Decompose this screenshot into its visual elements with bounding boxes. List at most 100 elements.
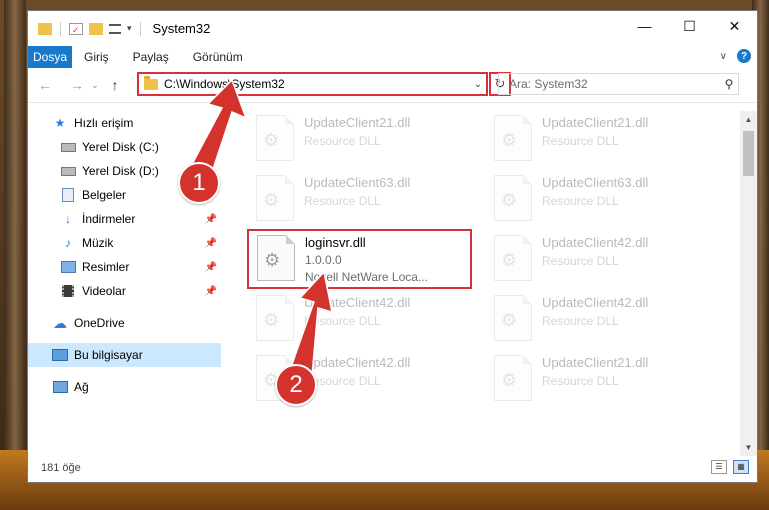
file-name: UpdateClient63.dll xyxy=(304,175,411,190)
ribbon-controls: ∨ ? xyxy=(720,49,751,63)
address-text[interactable]: C:\Windows\System32 xyxy=(164,77,470,91)
sidebar-item-pictures[interactable]: Resimler 📌 xyxy=(28,255,221,279)
help-icon[interactable]: ? xyxy=(737,49,751,63)
drive-icon xyxy=(60,164,76,178)
file-tile[interactable]: ⚙ UpdateClient21.dll Resource DLL xyxy=(248,111,473,169)
large-icons-view-icon[interactable]: ▦ xyxy=(733,460,749,474)
forward-button[interactable]: → xyxy=(66,77,88,93)
file-type: Resource DLL xyxy=(304,194,381,208)
file-type: Resource DLL xyxy=(304,374,381,388)
file-type: Resource DLL xyxy=(542,194,619,208)
file-tile[interactable]: ⚙ UpdateClient42.dll Resource DLL xyxy=(486,231,711,289)
file-tile-loginsvr-dll[interactable]: ⚙ loginsvr.dll 1.0.0.0 Novell NetWare Lo… xyxy=(247,229,472,289)
tab-view[interactable]: Görünüm xyxy=(181,46,255,68)
expand-ribbon-icon[interactable]: ∨ xyxy=(720,51,727,62)
sidebar-item-label: Bu bilgisayar xyxy=(74,348,143,362)
file-name: UpdateClient42.dll xyxy=(542,295,649,310)
sidebar-item-label: İndirmeler xyxy=(82,212,136,226)
pin-icon: 📌 xyxy=(204,261,217,273)
dll-file-icon: ⚙ xyxy=(256,115,294,161)
back-button[interactable]: ← xyxy=(34,77,56,93)
folder-icon[interactable] xyxy=(38,22,52,35)
properties-icon[interactable]: ✓ xyxy=(69,22,83,35)
sidebar-item-label: Resimler xyxy=(82,260,130,274)
file-description: Novell NetWare Loca... xyxy=(305,270,428,284)
pictures-icon xyxy=(60,260,76,274)
sidebar-item-network[interactable]: Ağ xyxy=(28,375,221,399)
recent-locations-button[interactable]: ⌄ xyxy=(88,80,102,91)
close-button[interactable]: ✕ xyxy=(712,11,757,41)
file-name: UpdateClient42.dll xyxy=(304,355,411,370)
music-icon: ♪ xyxy=(65,236,71,250)
file-name: UpdateClient63.dll xyxy=(542,175,649,190)
sidebar-item-quick-access[interactable]: ★ Hızlı erişim xyxy=(28,111,221,135)
cloud-icon: ☁ xyxy=(53,314,67,331)
videos-icon xyxy=(60,284,76,298)
sidebar-item-videos[interactable]: Videolar 📌 xyxy=(28,279,221,303)
address-bar[interactable]: C:\Windows\System32 ⌄ xyxy=(137,72,488,96)
new-folder-icon[interactable] xyxy=(89,22,103,35)
sidebar-item-label: Hızlı erişim xyxy=(74,116,134,130)
minimize-button[interactable]: — xyxy=(622,11,667,41)
file-tile[interactable]: ⚙ UpdateClient42.dll Resource DLL xyxy=(248,291,473,349)
details-view-icon[interactable]: ☰ xyxy=(711,460,727,474)
sidebar-item-music[interactable]: ♪ Müzik 📌 xyxy=(28,231,221,255)
scroll-thumb[interactable] xyxy=(743,131,754,176)
file-explorer-window: ✓ ▾ System32 — ☐ ✕ Dosya Giriş Paylaş Gö… xyxy=(27,10,758,483)
file-type: Resource DLL xyxy=(304,134,381,148)
dll-file-icon: ⚙ xyxy=(256,295,294,341)
file-name: UpdateClient42.dll xyxy=(542,235,649,250)
drive-icon xyxy=(60,140,76,154)
sidebar-item-local-disk-c[interactable]: Yerel Disk (C:) xyxy=(28,135,221,159)
file-type: Resource DLL xyxy=(542,134,619,148)
sidebar-item-label: Müzik xyxy=(82,236,114,250)
scroll-up-icon[interactable]: ▲ xyxy=(740,111,757,128)
pin-icon: 📌 xyxy=(204,285,217,297)
sidebar-item-label: Videolar xyxy=(82,284,126,298)
tab-home[interactable]: Giriş xyxy=(72,46,121,68)
vertical-scrollbar[interactable]: ▲ ▼ xyxy=(740,111,757,456)
file-tile[interactable]: ⚙ UpdateClient21.dll Resource DLL xyxy=(486,111,711,169)
sidebar-item-onedrive[interactable]: ☁ OneDrive xyxy=(28,311,221,335)
file-type: Resource DLL xyxy=(304,314,381,328)
quick-access-toolbar: ✓ ▾ xyxy=(28,21,143,36)
search-input[interactable]: Ara: System32 xyxy=(499,77,720,91)
downloads-icon: ↓ xyxy=(65,212,71,226)
file-type: Resource DLL xyxy=(542,314,619,328)
ribbon-tabs: Dosya Giriş Paylaş Görünüm ∨ ? xyxy=(28,46,757,68)
file-version: 1.0.0.0 xyxy=(305,253,342,267)
dll-file-icon: ⚙ xyxy=(494,295,532,341)
title-bar: ✓ ▾ System32 — ☐ ✕ xyxy=(28,11,757,46)
folder-icon xyxy=(144,75,158,90)
dll-file-icon: ⚙ xyxy=(494,235,532,281)
file-type: Resource DLL xyxy=(542,374,619,388)
search-box[interactable]: Ara: System32 ⚲ xyxy=(498,73,739,95)
computer-icon xyxy=(52,348,68,362)
search-icon[interactable]: ⚲ xyxy=(720,77,738,91)
customize-icon[interactable] xyxy=(109,23,121,34)
file-tile[interactable]: ⚙ UpdateClient21.dll Resource DLL xyxy=(486,351,711,409)
sidebar-item-label: Ağ xyxy=(74,380,89,394)
sidebar-item-label: Yerel Disk (C:) xyxy=(82,140,159,154)
sidebar-item-this-pc[interactable]: Bu bilgisayar xyxy=(28,343,221,367)
dll-file-icon: ⚙ xyxy=(494,355,532,401)
file-tile[interactable]: ⚙ UpdateClient63.dll Resource DLL xyxy=(248,171,473,229)
tab-share[interactable]: Paylaş xyxy=(121,46,181,68)
sidebar-item-downloads[interactable]: ↓ İndirmeler 📌 xyxy=(28,207,221,231)
item-count: 181 öğe xyxy=(41,462,81,474)
file-name: UpdateClient42.dll xyxy=(304,295,411,310)
window-title: System32 xyxy=(152,21,211,36)
file-tile[interactable]: ⚙ UpdateClient42.dll Resource DLL xyxy=(486,291,711,349)
tab-file[interactable]: Dosya xyxy=(28,46,72,68)
callout-badge-1: 1 xyxy=(178,162,220,204)
dll-file-icon: ⚙ xyxy=(256,175,294,221)
view-toggle: ☰ ▦ xyxy=(711,460,749,474)
chevron-down-icon[interactable]: ⌄ xyxy=(470,79,486,90)
status-bar: 181 öğe ☰ ▦ xyxy=(28,454,757,482)
chevron-down-icon[interactable]: ▾ xyxy=(127,23,132,34)
file-name: UpdateClient21.dll xyxy=(542,355,649,370)
file-tile[interactable]: ⚙ UpdateClient63.dll Resource DLL xyxy=(486,171,711,229)
maximize-button[interactable]: ☐ xyxy=(667,11,712,41)
window-controls: — ☐ ✕ xyxy=(622,11,757,41)
up-button[interactable]: ↑ xyxy=(104,77,126,93)
